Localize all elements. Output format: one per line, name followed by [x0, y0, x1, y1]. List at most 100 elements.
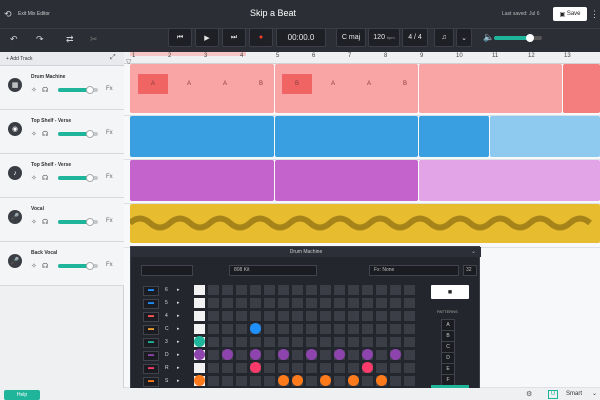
- step-cell[interactable]: [221, 284, 234, 296]
- drum-sound-icon[interactable]: ▬: [143, 325, 159, 335]
- step-cell[interactable]: [333, 284, 346, 296]
- step-note[interactable]: [348, 375, 359, 386]
- step-cell[interactable]: [347, 362, 360, 374]
- clip[interactable]: [130, 116, 274, 157]
- drum-sound-icon[interactable]: ▬: [143, 377, 159, 387]
- step-cell[interactable]: [347, 284, 360, 296]
- step-cell[interactable]: [389, 336, 402, 348]
- back-icon[interactable]: ⟲: [4, 9, 12, 19]
- headphones-icon[interactable]: ☊: [42, 130, 48, 138]
- skip-back-button[interactable]: ⏮: [168, 28, 192, 47]
- track-fx-button[interactable]: Fx: [106, 218, 113, 224]
- headphones-icon[interactable]: ☊: [42, 218, 48, 226]
- step-cell[interactable]: [333, 362, 346, 374]
- step-cell[interactable]: [389, 323, 402, 335]
- stop-pattern-button[interactable]: ■: [431, 285, 469, 299]
- step-cell[interactable]: [207, 284, 220, 296]
- step-cell[interactable]: [375, 297, 388, 309]
- step-cell[interactable]: [319, 297, 332, 309]
- step-cell[interactable]: [291, 362, 304, 374]
- row-play-icon[interactable]: ▸: [177, 339, 180, 345]
- step-cell[interactable]: [235, 284, 248, 296]
- step-cell[interactable]: [319, 362, 332, 374]
- step-cell[interactable]: [375, 284, 388, 296]
- step-cell[interactable]: [403, 310, 416, 322]
- skip-forward-button[interactable]: ⏭: [222, 28, 246, 47]
- step-cell[interactable]: [319, 310, 332, 322]
- help-button[interactable]: Help: [4, 390, 40, 400]
- volume-knob[interactable]: [86, 262, 94, 270]
- drum-pad[interactable]: B: [246, 74, 276, 94]
- step-cell[interactable]: [277, 310, 290, 322]
- step-note[interactable]: [292, 375, 303, 386]
- step-cell[interactable]: [207, 362, 220, 374]
- step-cell[interactable]: [403, 362, 416, 374]
- step-cell[interactable]: [389, 310, 402, 322]
- snap-toggle[interactable]: U: [548, 390, 558, 399]
- step-cell[interactable]: [249, 375, 262, 387]
- step-note[interactable]: [250, 362, 261, 373]
- step-cell[interactable]: [193, 310, 206, 322]
- step-cell[interactable]: [235, 375, 248, 387]
- clip[interactable]: [130, 160, 274, 201]
- step-note[interactable]: [306, 349, 317, 360]
- step-cell[interactable]: [221, 336, 234, 348]
- step-cell[interactable]: [375, 336, 388, 348]
- drum-pad[interactable]: A: [174, 74, 204, 94]
- row-play-icon[interactable]: ▸: [177, 313, 180, 319]
- step-cell[interactable]: [333, 336, 346, 348]
- exit-mix-editor-link[interactable]: Exit Mix Editor: [18, 11, 50, 17]
- step-cell[interactable]: [333, 310, 346, 322]
- row-play-icon[interactable]: ▸: [177, 378, 180, 384]
- fx-select[interactable]: Fx: None: [369, 265, 459, 276]
- track-volume-slider[interactable]: [58, 174, 98, 182]
- step-cell[interactable]: [277, 362, 290, 374]
- step-cell[interactable]: [305, 297, 318, 309]
- step-cell[interactable]: [361, 375, 374, 387]
- step-cell[interactable]: [361, 284, 374, 296]
- step-cell[interactable]: [221, 297, 234, 309]
- step-cell[interactable]: [207, 297, 220, 309]
- step-cell[interactable]: [347, 336, 360, 348]
- volume-knob[interactable]: [86, 218, 94, 226]
- step-cell[interactable]: [319, 349, 332, 361]
- mute-icon[interactable]: ✧: [31, 86, 37, 94]
- tempo-field[interactable]: 120 bpm: [368, 28, 400, 47]
- step-cell[interactable]: [207, 323, 220, 335]
- drum-pad[interactable]: A: [138, 74, 168, 94]
- track-fx-button[interactable]: Fx: [106, 130, 113, 136]
- mode-chevron-icon[interactable]: ⌄: [592, 390, 597, 397]
- step-cell[interactable]: [235, 310, 248, 322]
- time-signature[interactable]: 4 / 4: [402, 28, 428, 47]
- row-play-icon[interactable]: ▸: [177, 326, 180, 332]
- track-fx-button[interactable]: Fx: [106, 262, 113, 268]
- master-volume-knob[interactable]: [526, 34, 534, 42]
- steps-select[interactable]: 32: [463, 265, 477, 276]
- step-cell[interactable]: [263, 336, 276, 348]
- vocal-clip[interactable]: [127, 204, 600, 243]
- step-cell[interactable]: [193, 323, 206, 335]
- step-cell[interactable]: [305, 362, 318, 374]
- step-cell[interactable]: [277, 297, 290, 309]
- drum-pad[interactable]: A: [354, 74, 384, 94]
- step-cell[interactable]: [347, 323, 360, 335]
- step-cell[interactable]: [291, 323, 304, 335]
- track-volume-slider[interactable]: [58, 218, 98, 226]
- clip[interactable]: [419, 116, 489, 157]
- undo-icon[interactable]: ↶: [10, 34, 18, 44]
- step-cell[interactable]: [375, 310, 388, 322]
- track-fx-button[interactable]: Fx: [106, 86, 113, 92]
- drum-sound-icon[interactable]: ▬: [143, 351, 159, 361]
- drum-pad[interactable]: B: [282, 74, 312, 94]
- step-cell[interactable]: [193, 284, 206, 296]
- step-cell[interactable]: [347, 310, 360, 322]
- step-cell[interactable]: [249, 284, 262, 296]
- close-icon[interactable]: ⌄: [471, 248, 476, 255]
- loop-region[interactable]: [130, 52, 246, 56]
- key-selector[interactable]: C maj: [336, 28, 366, 47]
- row-play-icon[interactable]: ▸: [177, 352, 180, 358]
- step-cell[interactable]: [207, 336, 220, 348]
- headphones-icon[interactable]: ☊: [42, 262, 48, 270]
- track-volume-slider[interactable]: [58, 262, 98, 270]
- step-note[interactable]: [376, 375, 387, 386]
